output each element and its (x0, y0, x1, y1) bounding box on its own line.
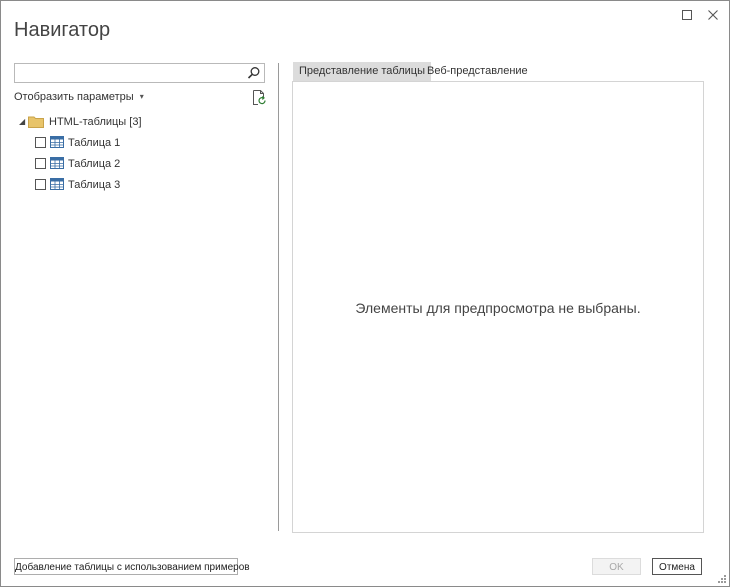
table-1-label: Таблица 1 (68, 137, 121, 149)
tree-item-table-2[interactable]: Таблица 2 (35, 155, 155, 173)
search-input[interactable] (15, 64, 248, 82)
add-table-using-examples-button[interactable]: Добавление таблицы с использованием прим… (14, 558, 250, 575)
navigator-dialog: Навигатор Отобразить параметры ▾ ◢ HTML-… (0, 0, 730, 587)
chevron-down-icon: ▾ (139, 92, 144, 101)
empty-preview-message: Элементы для предпросмотра не выбраны. (355, 300, 641, 316)
table-icon (50, 136, 64, 148)
tree-node-html-tables[interactable]: ◢ HTML-таблицы [3] (19, 113, 169, 131)
tab-table-view[interactable]: Представление таблицы (293, 62, 431, 81)
table-1-checkbox[interactable] (35, 137, 46, 148)
table-2-checkbox[interactable] (35, 158, 46, 169)
display-options-label: Отобразить параметры (14, 91, 134, 103)
display-options-dropdown[interactable]: Отобразить параметры ▾ (14, 91, 144, 103)
maximize-button[interactable] (679, 7, 695, 23)
table-icon (50, 157, 64, 169)
dialog-title: Навигатор (14, 19, 111, 41)
table-3-label: Таблица 3 (68, 179, 121, 191)
close-icon (708, 10, 718, 20)
close-button[interactable] (705, 7, 721, 23)
maximize-icon (682, 10, 692, 20)
preview-pane: Элементы для предпросмотра не выбраны. (292, 81, 704, 533)
search-box (14, 63, 265, 83)
table-icon (50, 178, 64, 190)
pane-splitter[interactable] (278, 63, 279, 531)
tree-node-label: HTML-таблицы [3] (49, 116, 142, 128)
refresh-icon[interactable] (251, 89, 267, 106)
tab-web-view[interactable]: Веб-представление (421, 62, 534, 81)
cancel-button[interactable]: Отмена (652, 558, 702, 575)
folder-icon (28, 116, 44, 128)
collapse-arrow-icon[interactable]: ◢ (19, 117, 25, 126)
tree-item-table-3[interactable]: Таблица 3 (35, 176, 155, 194)
tree-item-table-1[interactable]: Таблица 1 (35, 134, 155, 152)
resize-grip-icon[interactable] (717, 574, 727, 584)
table-2-label: Таблица 2 (68, 158, 121, 170)
search-icon[interactable] (247, 66, 261, 80)
table-3-checkbox[interactable] (35, 179, 46, 190)
ok-button[interactable]: OK (592, 558, 641, 575)
